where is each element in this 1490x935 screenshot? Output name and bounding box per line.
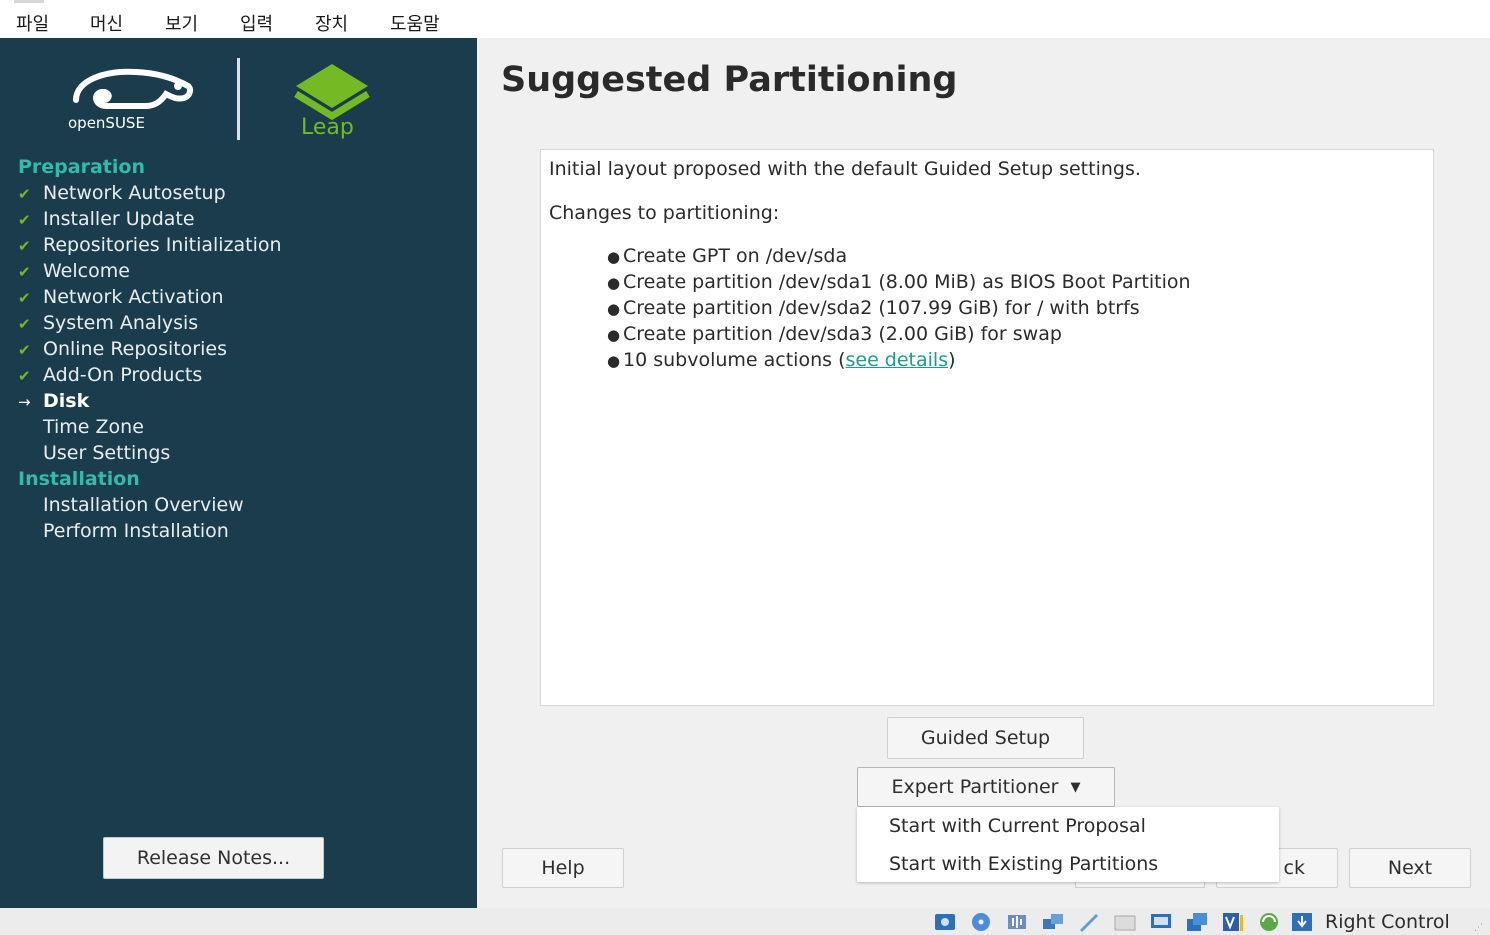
bullet-icon: ●: [607, 352, 621, 370]
menu-file[interactable]: 파일: [16, 10, 49, 36]
menu-view[interactable]: 보기: [165, 10, 198, 36]
shared-folder-icon[interactable]: [1113, 911, 1137, 933]
leap-logo-text: Leap: [301, 115, 354, 140]
check-icon: ✔: [18, 341, 31, 359]
bullet-icon: ●: [607, 248, 621, 266]
subvolume-suffix: ): [948, 349, 956, 371]
section-preparation: Preparation: [18, 156, 145, 178]
step-label: Welcome: [43, 260, 130, 282]
check-icon: ✔: [18, 237, 31, 255]
step-network-activation: ✔ Network Activation: [18, 286, 224, 312]
see-details-link[interactable]: see details: [845, 349, 948, 371]
network-icon[interactable]: [1041, 911, 1065, 933]
expert-partitioner-label: Expert Partitioner: [891, 776, 1059, 798]
step-label: Online Repositories: [43, 338, 227, 360]
check-icon: ✔: [18, 367, 31, 385]
step-repositories-initialization: ✔ Repositories Initialization: [18, 234, 282, 260]
screen-capture-icon[interactable]: [1185, 911, 1209, 933]
expert-partitioner-dropdown: Start with Current Proposal Start with E…: [857, 807, 1279, 882]
step-online-repositories: ✔ Online Repositories: [18, 338, 227, 364]
bullet-icon: ●: [607, 274, 621, 292]
expert-partitioner-menu-button[interactable]: Expert Partitioner ▼: [857, 767, 1115, 807]
change-item: ● Create partition /dev/sda3 (2.00 GiB) f…: [607, 323, 1062, 345]
keyboard-icon[interactable]: [1290, 911, 1314, 933]
hard-disk-icon[interactable]: [933, 911, 957, 933]
step-label: System Analysis: [43, 312, 199, 334]
release-notes-button[interactable]: Release Notes...: [103, 837, 324, 879]
menu-help[interactable]: 도움말: [390, 10, 440, 36]
step-label: Network Autosetup: [43, 182, 226, 204]
change-text: Create GPT on /dev/sda: [623, 245, 848, 267]
step-label: Network Activation: [43, 286, 224, 308]
step-label: User Settings: [43, 442, 171, 464]
guided-setup-button[interactable]: Guided Setup: [887, 717, 1084, 759]
proposal-intro: Initial layout proposed with the default…: [549, 158, 1141, 180]
start-with-existing-partitions-option[interactable]: Start with Existing Partitions: [889, 853, 1158, 875]
step-add-on-products: ✔ Add-On Products: [18, 364, 202, 390]
resize-grip-icon[interactable]: ⋰: [1474, 923, 1486, 933]
back-label: ck: [1283, 857, 1305, 879]
menu-devices[interactable]: 장치: [315, 10, 348, 36]
host-menubar: 파일 머신 보기 입력 장치 도움말: [0, 0, 1490, 38]
bullet-icon: ●: [607, 300, 621, 318]
host-statusbar: Right Control ⋰: [0, 908, 1490, 935]
check-icon: ✔: [18, 263, 31, 281]
step-welcome: ✔ Welcome: [18, 260, 130, 286]
page-title: Suggested Partitioning: [501, 60, 958, 100]
check-icon: ✔: [18, 211, 31, 229]
subvolume-text: 10 subvolume actions (: [623, 349, 846, 371]
change-item: ● Create GPT on /dev/sda: [607, 245, 847, 267]
optical-disk-icon[interactable]: [969, 911, 993, 933]
change-item-subvolumes: ● 10 subvolume actions (see details): [607, 349, 956, 371]
audio-icon[interactable]: [1005, 911, 1029, 933]
change-text: Create partition /dev/sda3 (2.00 GiB) fo…: [623, 323, 1062, 345]
step-label: Perform Installation: [43, 520, 229, 542]
section-installation: Installation: [18, 468, 140, 490]
start-with-current-proposal-option[interactable]: Start with Current Proposal: [889, 815, 1146, 837]
step-label: Disk: [43, 390, 90, 412]
usb-icon[interactable]: [1077, 911, 1101, 933]
recording-icon[interactable]: [1221, 911, 1245, 933]
next-button[interactable]: Next: [1349, 848, 1471, 888]
step-label: Add-On Products: [43, 364, 203, 386]
change-item: ● Create partition /dev/sda1 (8.00 MiB) a…: [607, 271, 1191, 293]
display-icon[interactable]: [1149, 911, 1173, 933]
chevron-down-icon: ▼: [1070, 779, 1081, 795]
cpu-icon[interactable]: [1257, 911, 1281, 933]
menu-input[interactable]: 입력: [240, 10, 273, 36]
help-button[interactable]: Help: [502, 848, 624, 888]
logo-divider: [237, 58, 240, 140]
opensuse-logo: openSUSE: [68, 68, 194, 132]
bullet-icon: ●: [607, 326, 621, 344]
help-label: Help: [541, 857, 585, 879]
step-label: Time Zone: [43, 416, 144, 438]
check-icon: ✔: [18, 185, 31, 203]
leap-logo: Leap: [294, 64, 370, 140]
step-system-analysis: ✔ System Analysis: [18, 312, 198, 338]
change-text: Create partition /dev/sda2 (107.99 GiB) …: [623, 297, 1140, 319]
step-label: Installation Overview: [43, 494, 244, 516]
step-network-autosetup: ✔ Network Autosetup: [18, 182, 226, 208]
step-label: Repositories Initialization: [43, 234, 282, 256]
changes-heading: Changes to partitioning:: [549, 202, 780, 224]
step-disk: → Disk: [18, 390, 89, 416]
window-edge: [14, 0, 44, 3]
guided-setup-label: Guided Setup: [920, 727, 1051, 749]
partition-proposal-panel: Initial layout proposed with the default…: [540, 149, 1434, 706]
arrow-right-icon: →: [18, 393, 31, 411]
opensuse-logo-text: openSUSE: [68, 114, 145, 132]
step-installer-update: ✔ Installer Update: [18, 208, 195, 234]
menu-machine[interactable]: 머신: [90, 10, 123, 36]
check-icon: ✔: [18, 289, 31, 307]
step-label: Installer Update: [43, 208, 195, 230]
change-text: Create partition /dev/sda1 (8.00 MiB) as…: [623, 271, 1191, 293]
next-label: Next: [1387, 857, 1433, 879]
check-icon: ✔: [18, 315, 31, 333]
installer-sidebar: openSUSE Leap Preparation ✔ Network Autos…: [0, 38, 477, 908]
host-key-label: Right Control: [1325, 911, 1450, 933]
change-item: ● Create partition /dev/sda2 (107.99 GiB)…: [607, 297, 1140, 319]
